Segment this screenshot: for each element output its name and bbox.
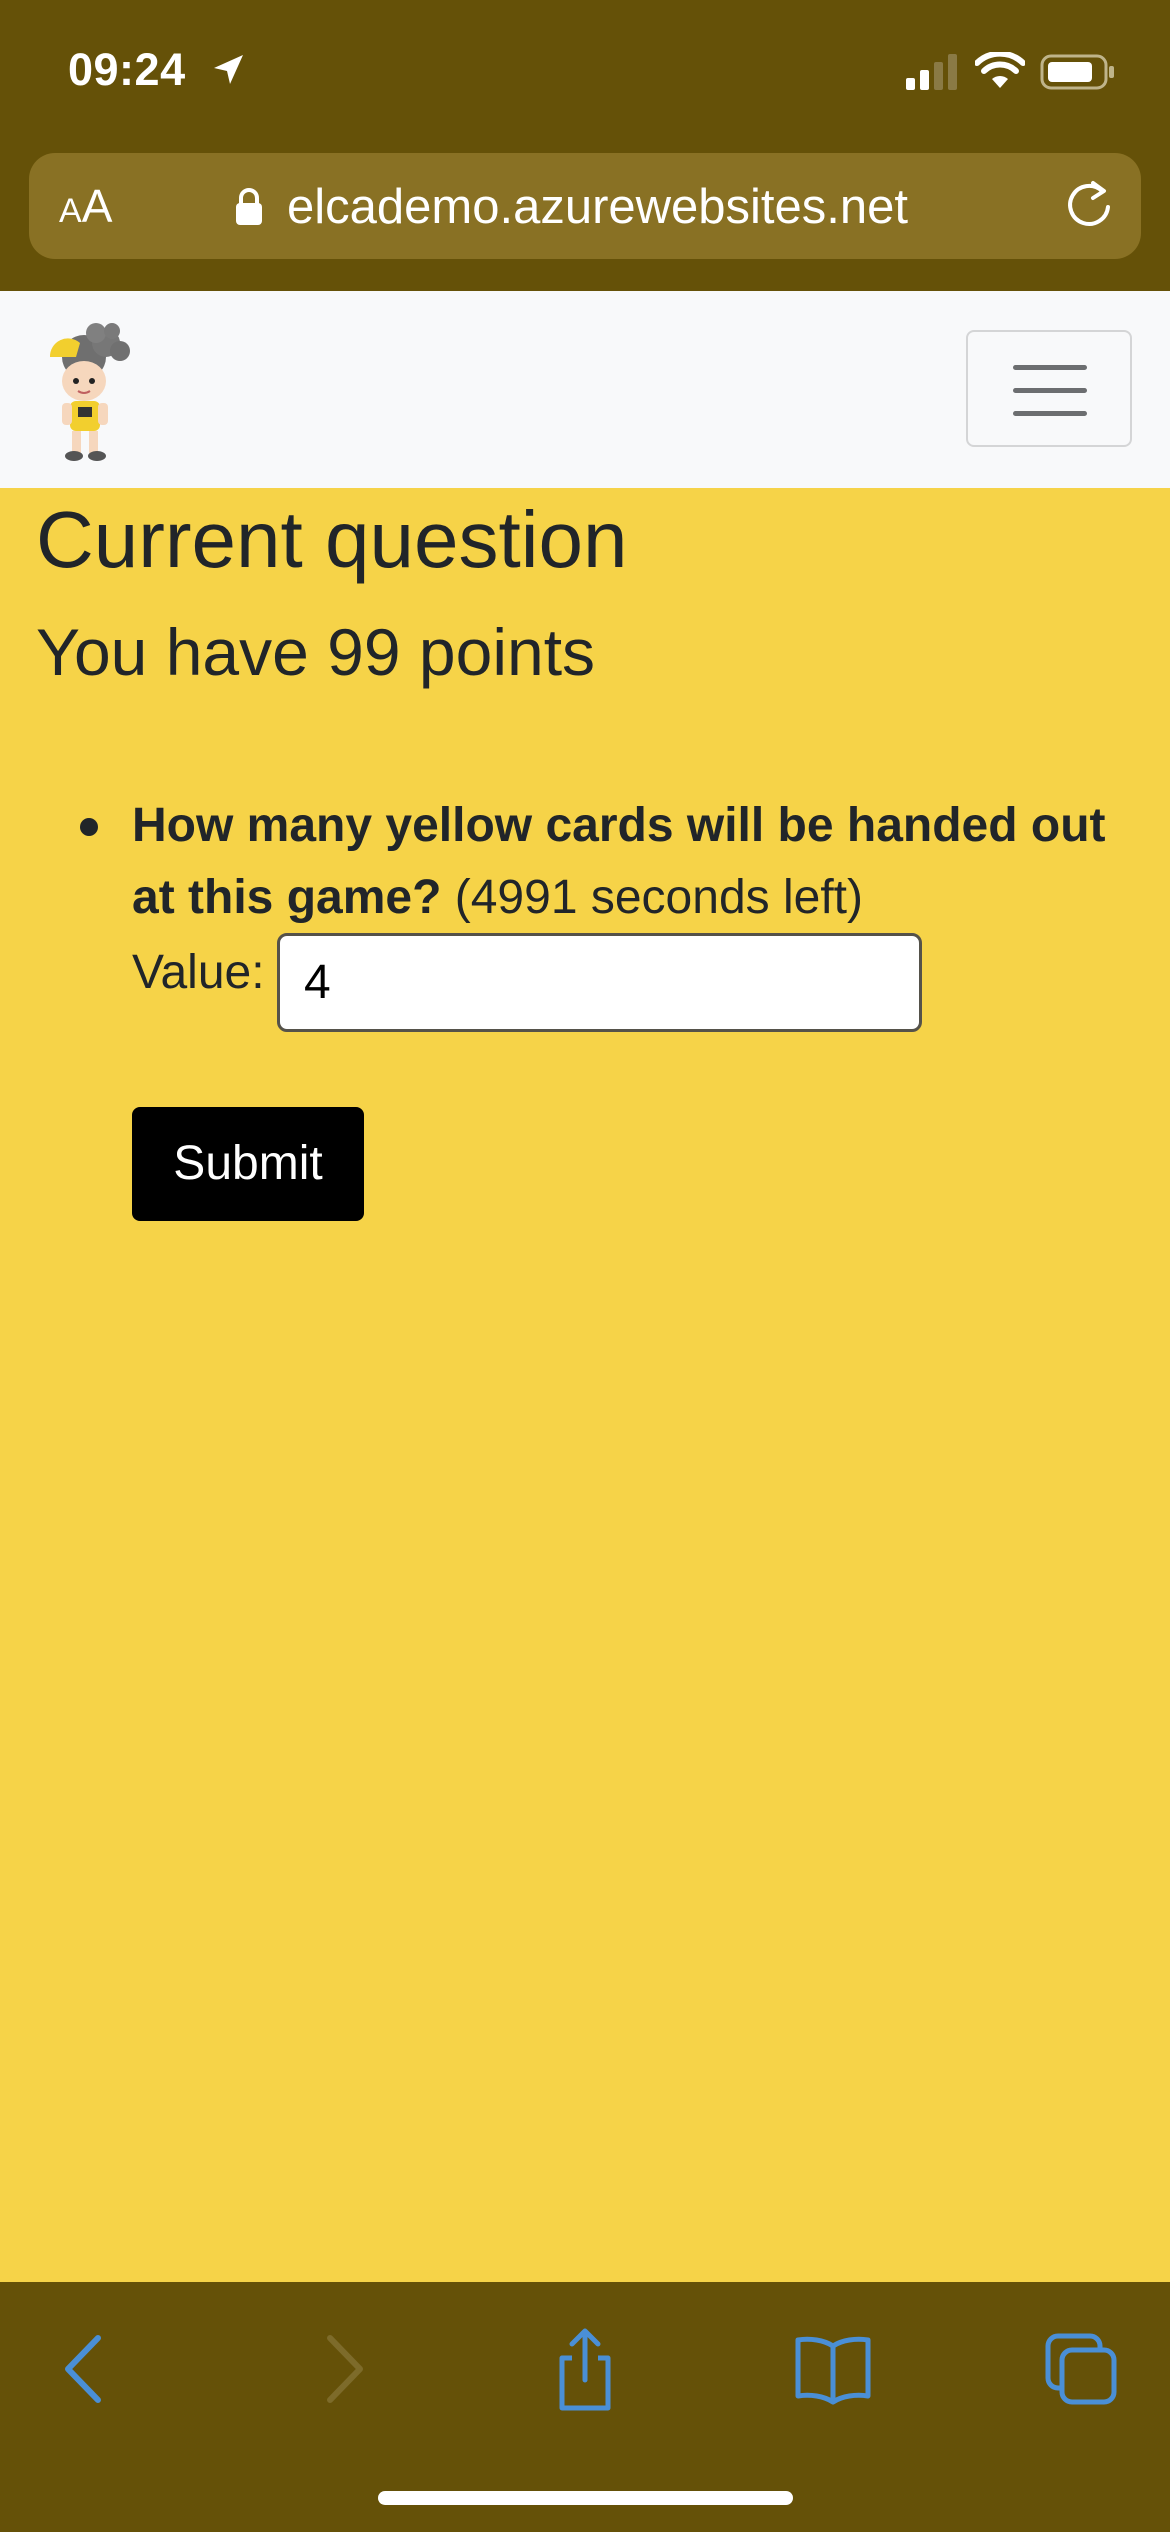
- lock-icon: [236, 188, 262, 225]
- cellular-signal-icon: [906, 54, 957, 90]
- home-indicator: [378, 2491, 793, 2505]
- share-icon[interactable]: [540, 2324, 630, 2414]
- cartoon-character-logo[interactable]: [40, 317, 142, 463]
- wifi-icon: [975, 52, 1025, 88]
- bookmarks-icon[interactable]: [788, 2324, 878, 2414]
- reload-icon[interactable]: [1062, 179, 1116, 233]
- tabs-icon[interactable]: [1036, 2324, 1126, 2414]
- location-arrow-icon: [214, 55, 243, 84]
- time-left: (4991 seconds left): [454, 871, 863, 924]
- list-bullet: [80, 818, 98, 836]
- back-icon[interactable]: [42, 2324, 132, 2414]
- page-title: Current question: [36, 495, 628, 584]
- submit-button[interactable]: Submit: [132, 1107, 364, 1221]
- text-size-button[interactable]: AA: [59, 181, 112, 236]
- value-label: Value:: [132, 946, 265, 999]
- status-time: 09:24: [68, 44, 186, 95]
- points-heading: You have 99 points: [36, 615, 596, 689]
- site-navbar: [0, 291, 1170, 488]
- hamburger-menu-button[interactable]: [966, 330, 1132, 447]
- forward-icon[interactable]: [296, 2324, 386, 2414]
- value-input[interactable]: [277, 933, 922, 1032]
- address-bar[interactable]: AA elcademo.azurewebsites.net: [29, 153, 1141, 259]
- browser-top-chrome: 09:24 AA elcademo.azurewebsites.net: [0, 0, 1170, 291]
- question-text: How many yellow cards will be handed out…: [132, 790, 1152, 934]
- url-text[interactable]: elcademo.azurewebsites.net: [287, 179, 908, 235]
- battery-icon: [1040, 54, 1114, 90]
